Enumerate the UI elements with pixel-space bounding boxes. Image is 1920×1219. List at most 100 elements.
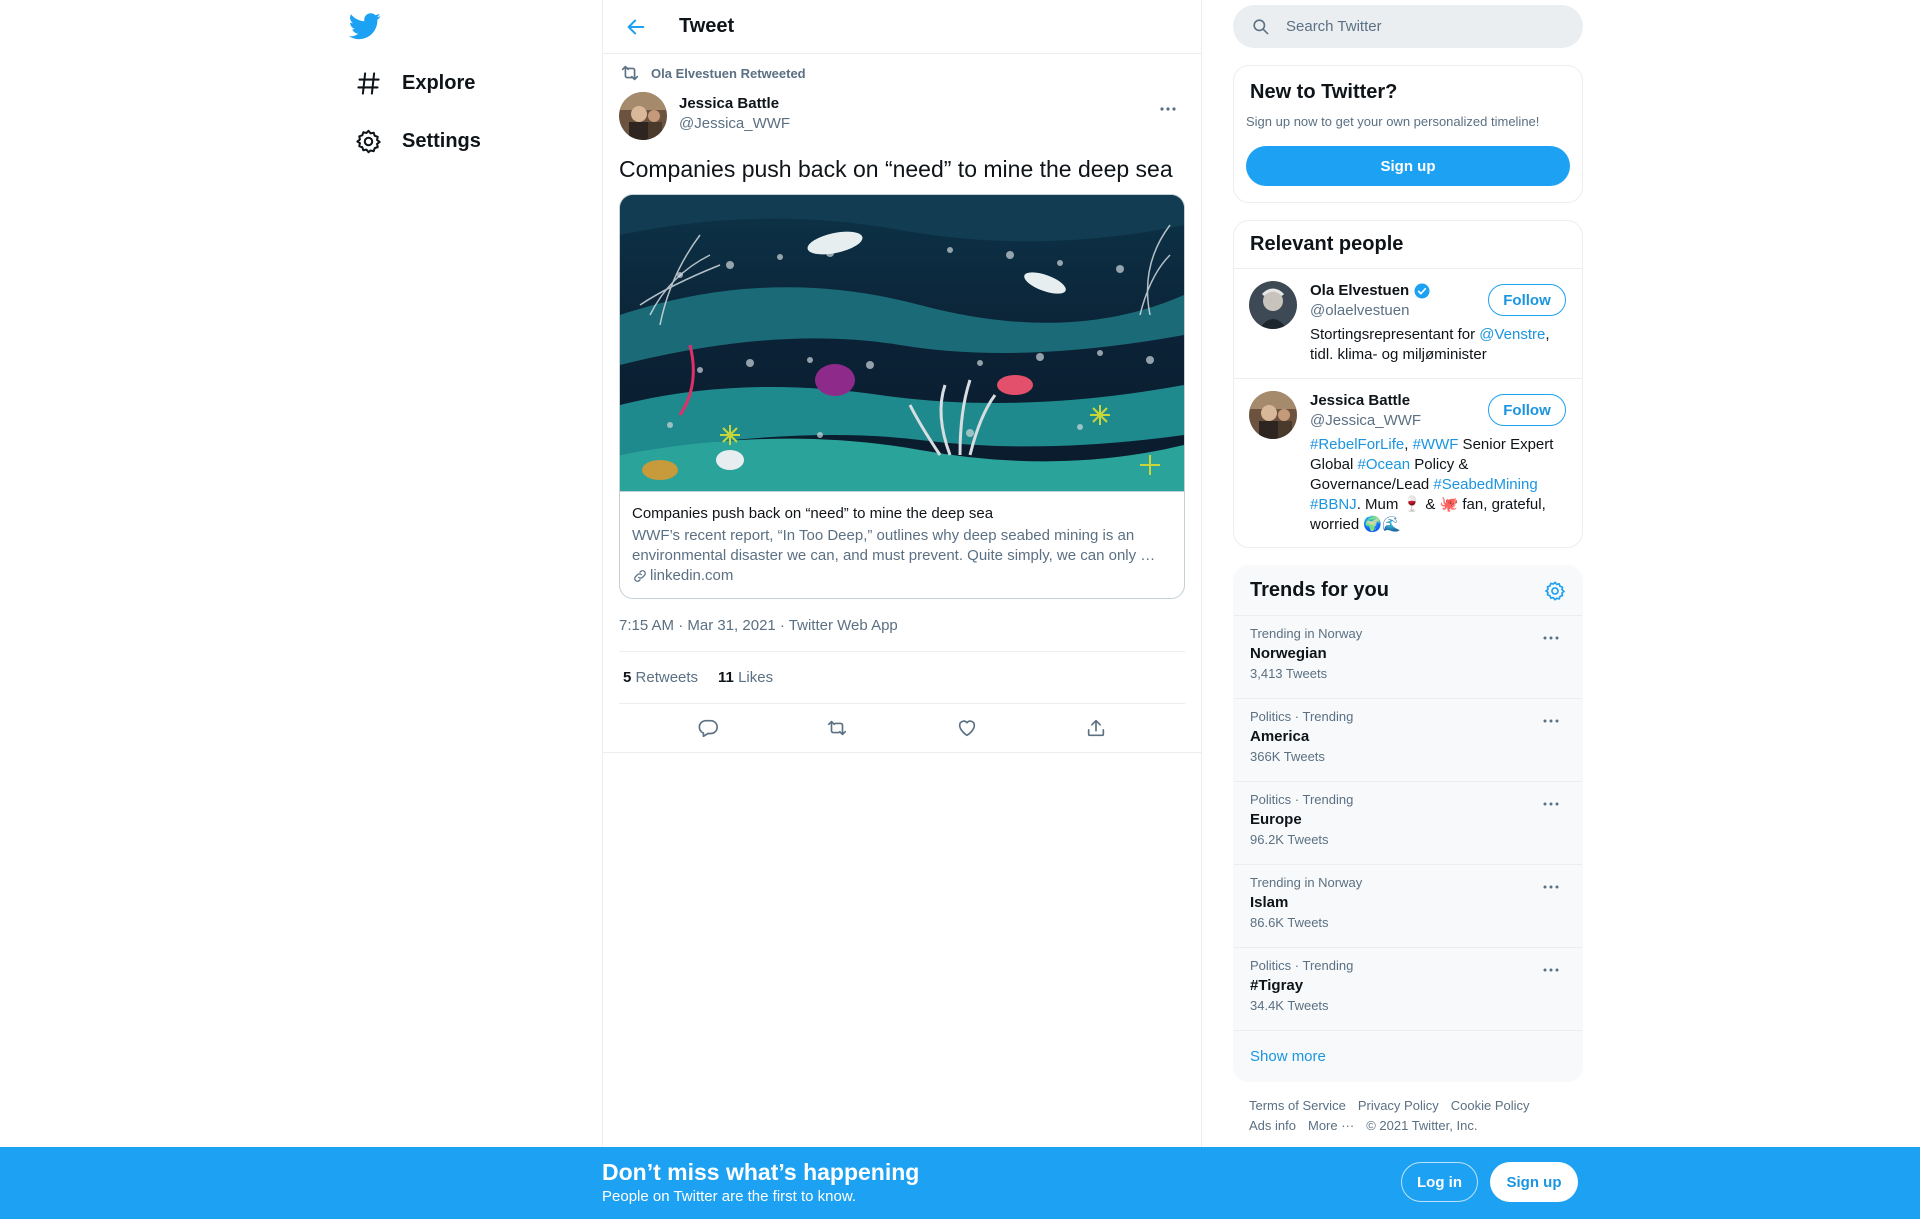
card-description: WWF’s recent report, “In Too Deep,” outl… (632, 527, 1156, 564)
trend-name: Norwegian (1250, 645, 1327, 662)
trend-more-button[interactable] (1538, 794, 1564, 814)
signup-title: New to Twitter? (1250, 81, 1398, 103)
link-card[interactable]: Companies push back on “need” to mine th… (619, 194, 1185, 599)
footer-ads-link[interactable]: Ads info (1249, 1116, 1296, 1136)
main-column: Tweet Ola Elvestuen Retweeted Jessica Ba… (602, 0, 1202, 1219)
trend-more-button[interactable] (1538, 711, 1564, 731)
search-input[interactable] (1286, 18, 1546, 35)
trend-item[interactable]: Trending in Norway Islam 86.6K Tweets (1234, 864, 1582, 947)
avatar[interactable] (619, 92, 667, 140)
avatar[interactable] (1249, 391, 1297, 439)
card-title: Companies push back on “need” to mine th… (632, 505, 994, 522)
bio-hashtag-link[interactable]: #RebelForLife (1310, 436, 1404, 453)
retweets-count: 5 (623, 669, 632, 686)
back-button[interactable] (617, 8, 655, 46)
trend-name: Islam (1250, 894, 1289, 911)
follow-button[interactable]: Follow (1488, 394, 1566, 426)
relevant-people-title: Relevant people (1250, 233, 1404, 255)
footer-privacy-link[interactable]: Privacy Policy (1358, 1096, 1439, 1116)
person-bio: Stortingsrepresentant for @Venstre, tidl… (1310, 325, 1566, 365)
likes-label: Likes (738, 669, 774, 686)
tweet-actions (603, 704, 1201, 753)
person-card[interactable]: Jessica Battle @Jessica_WWF #RebelForLif… (1234, 378, 1582, 547)
retweet-button[interactable] (819, 710, 855, 746)
gear-icon[interactable] (1544, 580, 1566, 602)
page-title: Tweet (679, 15, 735, 37)
tweet-timestamp[interactable]: 7:15 AM · Mar 31, 2021 · Twitter Web App (619, 617, 1185, 652)
trend-context: Politics · Trending (1250, 792, 1354, 807)
bottom-bar-subtitle: People on Twitter are the first to know. (602, 1188, 857, 1205)
signup-button[interactable]: Sign up (1246, 146, 1570, 186)
person-name[interactable]: Jessica Battle (1310, 391, 1410, 411)
bio-hashtag-link[interactable]: #SeabedMining (1433, 476, 1537, 493)
nav-item-settings[interactable]: Settings (343, 116, 493, 166)
likes-stat[interactable]: 11 Likes (718, 669, 773, 686)
person-card[interactable]: Ola Elvestuen @olaelvestuen Stortingsrep… (1234, 268, 1582, 378)
card-domain: linkedin.com (632, 566, 1172, 586)
link-icon (634, 570, 646, 582)
tweet-stats: 5 Retweets 11 Likes (619, 652, 1185, 704)
trend-count: 366K Tweets (1250, 749, 1325, 764)
trend-item[interactable]: Politics · Trending America 366K Tweets (1234, 698, 1582, 781)
retweet-context: Ola Elvestuen Retweeted (619, 58, 1185, 88)
follow-button[interactable]: Follow (1488, 284, 1566, 316)
footer-links: Terms of Service Privacy Policy Cookie Pol… (1249, 1096, 1579, 1136)
footer-cookie-link[interactable]: Cookie Policy (1451, 1096, 1530, 1116)
trend-count: 86.6K Tweets (1250, 915, 1329, 930)
trend-count: 3,413 Tweets (1250, 666, 1328, 681)
page-header: Tweet (603, 0, 1201, 54)
more-dots-icon (1160, 107, 1176, 111)
bio-mention-link[interactable]: @Venstre (1479, 326, 1545, 343)
trend-more-button[interactable] (1538, 877, 1564, 897)
author-name[interactable]: Jessica Battle (679, 94, 790, 114)
more-dots-icon (1543, 719, 1559, 723)
footer-terms-link[interactable]: Terms of Service (1249, 1096, 1346, 1116)
nav-item-explore[interactable]: Explore (343, 58, 487, 108)
trend-item[interactable]: Politics · Trending #Tigray 34.4K Tweets (1234, 947, 1582, 1030)
retweet-context-text[interactable]: Ola Elvestuen Retweeted (651, 66, 806, 81)
search-box[interactable] (1233, 5, 1583, 48)
more-options-button[interactable] (1151, 94, 1185, 124)
more-dots-icon (1543, 636, 1559, 640)
trend-more-button[interactable] (1538, 628, 1564, 648)
more-dots-icon (1543, 968, 1559, 972)
bottom-signup-button[interactable]: Sign up (1490, 1162, 1578, 1202)
bio-hashtag-link[interactable]: #WWF (1413, 436, 1459, 453)
gear-icon (356, 129, 381, 153)
arrow-left-icon (627, 19, 645, 34)
avatar[interactable] (1249, 281, 1297, 329)
retweets-label: Retweets (635, 669, 699, 686)
share-button[interactable] (1078, 710, 1114, 746)
author-handle[interactable]: @Jessica_WWF (679, 114, 790, 134)
login-button[interactable]: Log in (1401, 1162, 1478, 1202)
show-more-link[interactable]: Show more (1234, 1030, 1582, 1081)
bottom-bar-title: Don’t miss what’s happening (602, 1159, 920, 1185)
verified-badge-icon (1414, 283, 1430, 299)
bio-hashtag-link[interactable]: #Ocean (1358, 456, 1411, 473)
trend-more-button[interactable] (1538, 960, 1564, 980)
nav-item-label: Settings (402, 129, 481, 152)
card-image (620, 195, 1184, 491)
trend-context: Trending in Norway (1250, 626, 1363, 641)
reply-button[interactable] (690, 710, 726, 746)
card-domain-text: linkedin.com (650, 567, 734, 584)
signup-panel: New to Twitter? Sign up now to get your … (1233, 65, 1583, 203)
trend-count: 96.2K Tweets (1250, 832, 1329, 847)
nav-item-label: Explore (402, 71, 476, 94)
trend-item[interactable]: Politics · Trending Europe 96.2K Tweets (1234, 781, 1582, 864)
bio-hashtag-link[interactable]: #BBNJ (1310, 496, 1357, 513)
footer-more-link[interactable]: More ··· (1308, 1116, 1354, 1136)
retweets-stat[interactable]: 5 Retweets (623, 669, 698, 686)
twitter-bird-icon[interactable] (348, 10, 385, 46)
person-bio: #RebelForLife, #WWF Senior Expert Global… (1310, 435, 1566, 535)
retweet-icon (828, 720, 847, 736)
like-button[interactable] (949, 710, 985, 746)
trends-panel: Trends for you Trending in Norway Norweg… (1233, 565, 1583, 1082)
trend-name: Europe (1250, 811, 1302, 828)
relevant-people-panel: Relevant people Ola Elvestuen @olaelvest… (1233, 220, 1583, 548)
person-name[interactable]: Ola Elvestuen (1310, 281, 1409, 301)
bottom-signup-bar: Don’t miss what’s happening People on Tw… (0, 1147, 1920, 1219)
trend-name: #Tigray (1250, 977, 1304, 994)
trend-item[interactable]: Trending in Norway Norwegian 3,413 Tweet… (1234, 615, 1582, 698)
like-icon (958, 720, 975, 737)
